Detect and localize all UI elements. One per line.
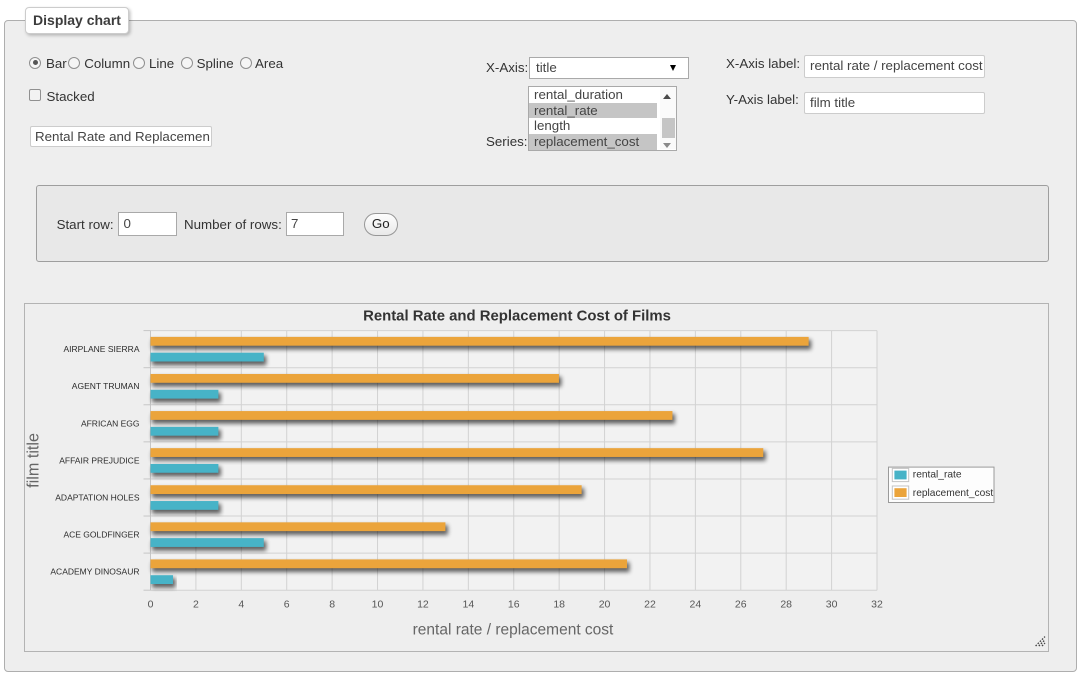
svg-text:20: 20 (599, 599, 611, 611)
svg-text:rental rate / replacement cost: rental rate / replacement cost (413, 622, 614, 639)
svg-text:12: 12 (417, 599, 429, 611)
svg-text:26: 26 (735, 599, 747, 611)
svg-text:AFFAIR PREJUDICE: AFFAIR PREJUDICE (59, 455, 140, 465)
svg-text:2: 2 (193, 599, 199, 611)
svg-text:Rental Rate and Replacement Co: Rental Rate and Replacement Cost of Film… (363, 309, 671, 325)
svg-text:8: 8 (329, 599, 335, 611)
svg-text:AIRPLANE SIERRA: AIRPLANE SIERRA (63, 344, 139, 354)
svg-text:ACADEMY DINOSAUR: ACADEMY DINOSAUR (50, 567, 139, 577)
svg-text:ADAPTATION HOLES: ADAPTATION HOLES (55, 492, 140, 502)
svg-text:22: 22 (644, 599, 656, 611)
svg-text:18: 18 (553, 599, 565, 611)
svg-text:replacement_cost: replacement_cost (913, 488, 994, 499)
svg-text:32: 32 (871, 599, 883, 611)
svg-text:14: 14 (462, 599, 474, 611)
svg-text:28: 28 (780, 599, 792, 611)
svg-text:10: 10 (372, 599, 384, 611)
svg-text:ACE GOLDFINGER: ACE GOLDFINGER (63, 530, 139, 540)
svg-text:rental_rate: rental_rate (913, 470, 962, 481)
svg-text:AGENT TRUMAN: AGENT TRUMAN (72, 381, 140, 391)
svg-text:film title: film title (24, 433, 42, 488)
svg-text:30: 30 (826, 599, 838, 611)
svg-text:6: 6 (284, 599, 290, 611)
svg-text:4: 4 (238, 599, 244, 611)
svg-text:16: 16 (508, 599, 520, 611)
svg-text:AFRICAN EGG: AFRICAN EGG (81, 418, 140, 428)
svg-text:0: 0 (148, 599, 154, 611)
svg-text:24: 24 (690, 599, 702, 611)
